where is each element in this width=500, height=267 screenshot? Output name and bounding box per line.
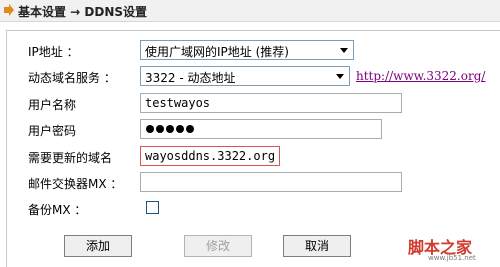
ip-select[interactable]: 使用广域网的IP地址 (推荐)	[140, 40, 354, 60]
password-dot	[146, 125, 154, 133]
password-dot	[166, 125, 174, 133]
domain-input[interactable]: wayosddns.3322.org	[140, 146, 280, 166]
username-label: 用户名称	[28, 98, 77, 112]
password-dot	[176, 125, 184, 133]
domain-value: wayosddns.3322.org	[145, 149, 276, 163]
ddns-service-select[interactable]: 3322 - 动态地址	[140, 66, 350, 86]
arrow-right-icon	[4, 4, 14, 16]
chevron-down-icon	[340, 48, 348, 53]
mx-input[interactable]	[140, 172, 402, 192]
top-bar: 基本设置 → DDNS设置	[0, 0, 500, 22]
backup-mx-checkbox[interactable]	[146, 201, 159, 214]
password-dot	[156, 125, 164, 133]
password-input[interactable]	[140, 119, 382, 139]
username-value: testwayos	[145, 96, 211, 110]
modify-button[interactable]: 修改	[184, 235, 252, 257]
ddns-service-value: 3322 - 动态地址	[145, 71, 236, 85]
ddns-provider-link[interactable]: http://www.3322.org/	[356, 69, 485, 83]
password-mask	[146, 125, 194, 133]
domain-label: 需要更新的域名	[28, 151, 113, 165]
mx-label: 邮件交换器MX ：	[28, 177, 123, 191]
watermark-url: www.jb51.net	[428, 254, 476, 262]
breadcrumb: 基本设置 → DDNS设置	[18, 5, 148, 19]
cancel-button[interactable]: 取消	[283, 235, 351, 257]
ip-select-value: 使用广域网的IP地址 (推荐)	[145, 45, 289, 59]
backup-mx-label: 备份MX ：	[28, 203, 87, 217]
chevron-down-icon	[336, 74, 344, 79]
password-dot	[186, 125, 194, 133]
ip-label: IP地址 ：	[28, 45, 79, 59]
password-label: 用户密码	[28, 124, 77, 138]
username-input[interactable]: testwayos	[140, 93, 402, 113]
ddns-service-label: 动态域名服务 ：	[28, 71, 116, 85]
add-button[interactable]: 添加	[64, 235, 132, 257]
